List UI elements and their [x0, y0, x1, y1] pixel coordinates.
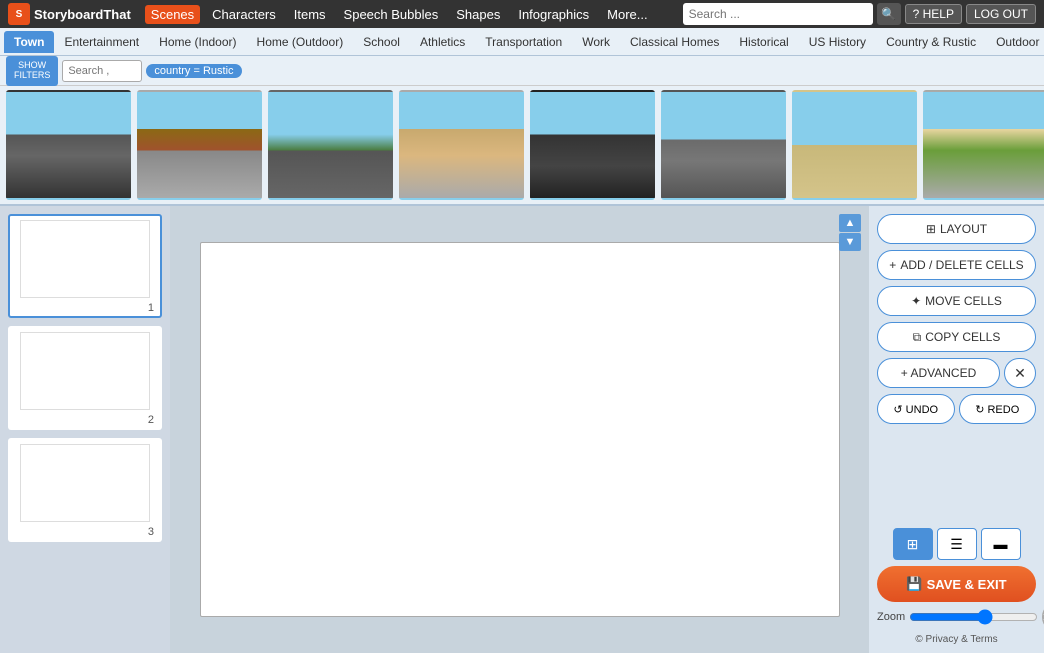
- nav-more[interactable]: More...: [601, 5, 653, 24]
- copy-cells-button[interactable]: ⧉ COPY CELLS: [877, 322, 1036, 352]
- category-tabs: Town Entertainment Home (Indoor) Home (O…: [0, 28, 1044, 56]
- tab-country-rustic[interactable]: Country & Rustic: [876, 31, 986, 53]
- tab-home-indoor[interactable]: Home (Indoor): [149, 31, 246, 53]
- page-3-thumb[interactable]: 3: [8, 438, 162, 542]
- right-spacer: [877, 430, 1036, 522]
- scene-thumb[interactable]: [6, 90, 131, 200]
- scene-thumb[interactable]: [268, 90, 393, 200]
- nav-characters[interactable]: Characters: [206, 5, 282, 24]
- add-delete-icon: +: [889, 258, 896, 272]
- scene-strip: [0, 86, 1044, 206]
- scene-thumb[interactable]: [923, 90, 1044, 200]
- show-filters-button[interactable]: SHOW FILTERS: [6, 56, 58, 86]
- search-input[interactable]: [683, 3, 873, 25]
- scene-thumb[interactable]: [137, 90, 262, 200]
- scroll-down-button[interactable]: ▼: [839, 233, 861, 251]
- grid-view-button[interactable]: ⊞: [893, 528, 933, 560]
- help-button[interactable]: ? HELP: [905, 4, 962, 24]
- tab-home-outdoor[interactable]: Home (Outdoor): [247, 31, 354, 53]
- layout-button[interactable]: ⊞ LAYOUT: [877, 214, 1036, 244]
- main-canvas[interactable]: [200, 242, 840, 617]
- tab-entertainment[interactable]: Entertainment: [54, 31, 149, 53]
- layout-label: LAYOUT: [940, 222, 987, 236]
- logout-button[interactable]: LOG OUT: [966, 4, 1036, 24]
- sidebar: 1 2 3: [0, 206, 170, 653]
- move-icon: ✦: [911, 294, 921, 308]
- copy-cells-label: COPY CELLS: [925, 330, 1000, 344]
- zoom-label: Zoom: [877, 611, 905, 623]
- nav-scenes[interactable]: Scenes: [145, 5, 200, 24]
- tab-outdoor[interactable]: Outdoor: [986, 31, 1044, 53]
- canvas-area: ▲ ▼: [170, 206, 869, 653]
- filter-tag: country = Rustic: [146, 64, 241, 78]
- privacy-text: © Privacy & Terms: [915, 634, 997, 645]
- tab-athletics[interactable]: Athletics: [410, 31, 475, 53]
- close-button[interactable]: ✕: [1004, 358, 1036, 388]
- single-view-button[interactable]: ▬: [981, 528, 1021, 560]
- copy-icon: ⧉: [913, 330, 922, 345]
- right-panel: ⊞ LAYOUT + ADD / DELETE CELLS ✦ MOVE CEL…: [869, 206, 1044, 653]
- save-exit-button[interactable]: 💾 SAVE & EXIT: [877, 566, 1036, 602]
- advanced-label: + ADVANCED: [901, 366, 976, 380]
- logo[interactable]: S StoryboardThat: [8, 3, 131, 25]
- tab-transportation[interactable]: Transportation: [475, 31, 572, 53]
- zoom-slider[interactable]: [909, 609, 1038, 625]
- add-delete-label: ADD / DELETE CELLS: [900, 258, 1023, 272]
- tab-town[interactable]: Town: [4, 31, 54, 53]
- save-exit-label: SAVE & EXIT: [927, 577, 1007, 592]
- strip-view-button[interactable]: ☰: [937, 528, 977, 560]
- nav-infographics[interactable]: Infographics: [512, 5, 595, 24]
- privacy-row: © Privacy & Terms: [877, 632, 1036, 645]
- undo-button[interactable]: ↺ UNDO: [877, 394, 955, 424]
- move-cells-label: MOVE CELLS: [925, 294, 1002, 308]
- page-1-number: 1: [10, 302, 160, 316]
- tab-historical[interactable]: Historical: [729, 31, 798, 53]
- nav-speech-bubbles[interactable]: Speech Bubbles: [338, 5, 445, 24]
- page-1-thumb[interactable]: 1: [8, 214, 162, 318]
- main-layout: 1 2 3 ▲ ▼ ⊞ LAYOUT + ADD / DELETE CELLS …: [0, 206, 1044, 653]
- nav-shapes[interactable]: Shapes: [450, 5, 506, 24]
- scene-thumb[interactable]: [661, 90, 786, 200]
- save-icon: 💾: [906, 576, 922, 592]
- search-area: 🔍 ? HELP LOG OUT: [683, 3, 1036, 25]
- zoom-row: Zoom ✕: [877, 608, 1036, 626]
- scene-thumb[interactable]: [530, 90, 655, 200]
- add-delete-cells-button[interactable]: + ADD / DELETE CELLS: [877, 250, 1036, 280]
- redo-button[interactable]: ↻ REDO: [959, 394, 1037, 424]
- logo-icon: S: [8, 3, 30, 25]
- filter-search-input[interactable]: [62, 60, 142, 82]
- nav-items[interactable]: Items: [288, 5, 332, 24]
- move-cells-button[interactable]: ✦ MOVE CELLS: [877, 286, 1036, 316]
- advanced-button[interactable]: + ADVANCED: [877, 358, 1000, 388]
- undo-redo-row: ↺ UNDO ↻ REDO: [877, 394, 1036, 424]
- search-button[interactable]: 🔍: [877, 3, 901, 25]
- page-3-number: 3: [10, 526, 160, 540]
- tab-school[interactable]: School: [353, 31, 410, 53]
- tab-classical-homes[interactable]: Classical Homes: [620, 31, 729, 53]
- page-2-number: 2: [10, 414, 160, 428]
- top-navigation: S StoryboardThat Scenes Characters Items…: [0, 0, 1044, 28]
- scroll-up-button[interactable]: ▲: [839, 214, 861, 232]
- tab-us-history[interactable]: US History: [799, 31, 876, 53]
- layout-view-buttons: ⊞ ☰ ▬: [877, 528, 1036, 560]
- scene-thumb[interactable]: [399, 90, 524, 200]
- logo-text: StoryboardThat: [34, 7, 131, 22]
- scene-thumb[interactable]: [792, 90, 917, 200]
- up-down-controls: ▲ ▼: [839, 214, 861, 251]
- layout-icon: ⊞: [926, 222, 936, 236]
- page-2-thumb[interactable]: 2: [8, 326, 162, 430]
- tab-work[interactable]: Work: [572, 31, 620, 53]
- filter-bar: SHOW FILTERS country = Rustic: [0, 56, 1044, 86]
- advanced-row: + ADVANCED ✕: [877, 358, 1036, 388]
